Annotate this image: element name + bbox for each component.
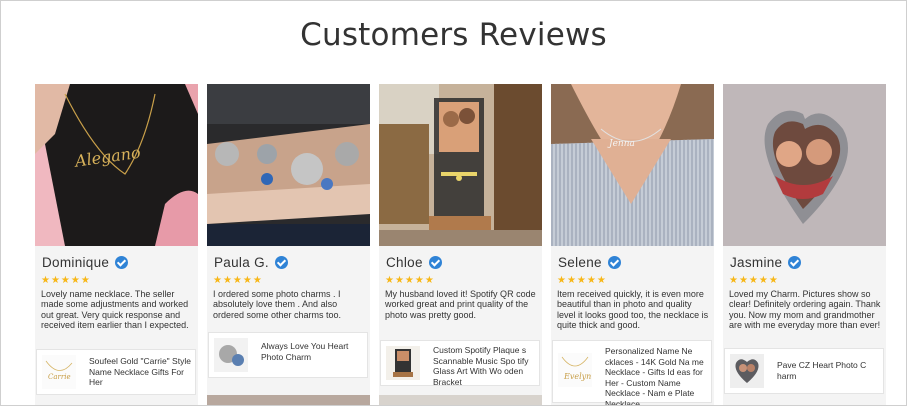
review-text: Item received quickly, it is even more b… (557, 289, 709, 331)
product-title: Personalized Name Ne cklaces - 14K Gold … (605, 346, 704, 406)
product-link[interactable]: Pave CZ Heart Photo C harm (724, 348, 884, 394)
reviews-section: Customers Reviews Alegano Dominique ★★★★… (0, 0, 907, 406)
star-rating: ★★★★★ (557, 275, 607, 286)
reviewer: Paula G. (214, 252, 288, 272)
review-text: My husband loved it! Spotify QR code wor… (385, 289, 536, 320)
review-text: I ordered some photo charms . I absolute… (213, 289, 342, 320)
review-card: Paula G. ★★★★★ I ordered some photo char… (207, 84, 370, 405)
review-photo[interactable] (207, 84, 370, 246)
reviewer: Chloe (386, 252, 442, 272)
review-text: Loved my Charm. Pictures show so clear! … (729, 289, 881, 331)
review-card: Jasmine ★★★★★ Loved my Charm. Pictures s… (723, 84, 886, 405)
verified-check-icon (428, 255, 442, 269)
reviewer: Jasmine (730, 252, 802, 272)
reviewer-name: Jasmine (730, 254, 783, 270)
star-rating: ★★★★★ (213, 275, 263, 286)
reviewer-name: Selene (558, 254, 602, 270)
reviewer-name: Paula G. (214, 254, 269, 270)
next-review-photo (379, 395, 542, 405)
product-title: Pave CZ Heart Photo C harm (777, 360, 867, 381)
reviewer-name: Chloe (386, 254, 423, 270)
review-photo[interactable]: Alegano (35, 84, 198, 246)
review-text: Lovely name necklace. The seller made so… (41, 289, 189, 331)
review-photo[interactable] (723, 84, 886, 246)
reviewer-name: Dominique (42, 254, 110, 270)
product-thumbnail: Carrie (42, 355, 76, 389)
next-review-photo (207, 395, 370, 405)
svg-text:Evelyn: Evelyn (563, 372, 591, 381)
section-title: Customers Reviews (300, 17, 607, 53)
review-card: Alegano Dominique ★★★★★ Lovely name neck… (35, 84, 198, 405)
verified-check-icon (115, 255, 129, 269)
review-photo[interactable]: Jenna (551, 84, 714, 246)
verified-check-icon (274, 255, 288, 269)
product-link[interactable]: Evelyn Personalized Name Ne cklaces - 14… (552, 340, 712, 406)
svg-text:Carrie: Carrie (48, 373, 71, 381)
product-thumbnail: Evelyn (558, 353, 592, 387)
reviewer: Dominique (42, 252, 129, 272)
product-thumbnail (386, 346, 420, 380)
product-title: Custom Spotify Plaque s Scannable Music … (433, 345, 529, 387)
product-title: Always Love You Heart Photo Charm (261, 341, 349, 362)
product-link[interactable]: Always Love You Heart Photo Charm (208, 332, 368, 378)
svg-text:Jenna: Jenna (607, 139, 635, 149)
verified-check-icon (788, 255, 802, 269)
reviewer: Selene (558, 252, 621, 272)
product-link[interactable]: Carrie Soufeel Gold "Carrie" Style Name … (36, 349, 196, 395)
review-card: Chloe ★★★★★ My husband loved it! Spotify… (379, 84, 542, 405)
review-card: Jenna Selene ★★★★★ Item received quickly… (551, 84, 714, 406)
product-link[interactable]: Custom Spotify Plaque s Scannable Music … (380, 340, 540, 387)
star-rating: ★★★★★ (385, 275, 435, 286)
product-thumbnail (730, 354, 764, 388)
review-photo[interactable] (379, 84, 542, 246)
product-title: Soufeel Gold "Carrie" Style Name Necklac… (89, 356, 191, 387)
star-rating: ★★★★★ (41, 275, 91, 286)
verified-check-icon (607, 255, 621, 269)
star-rating: ★★★★★ (729, 275, 779, 286)
product-thumbnail (214, 338, 248, 372)
